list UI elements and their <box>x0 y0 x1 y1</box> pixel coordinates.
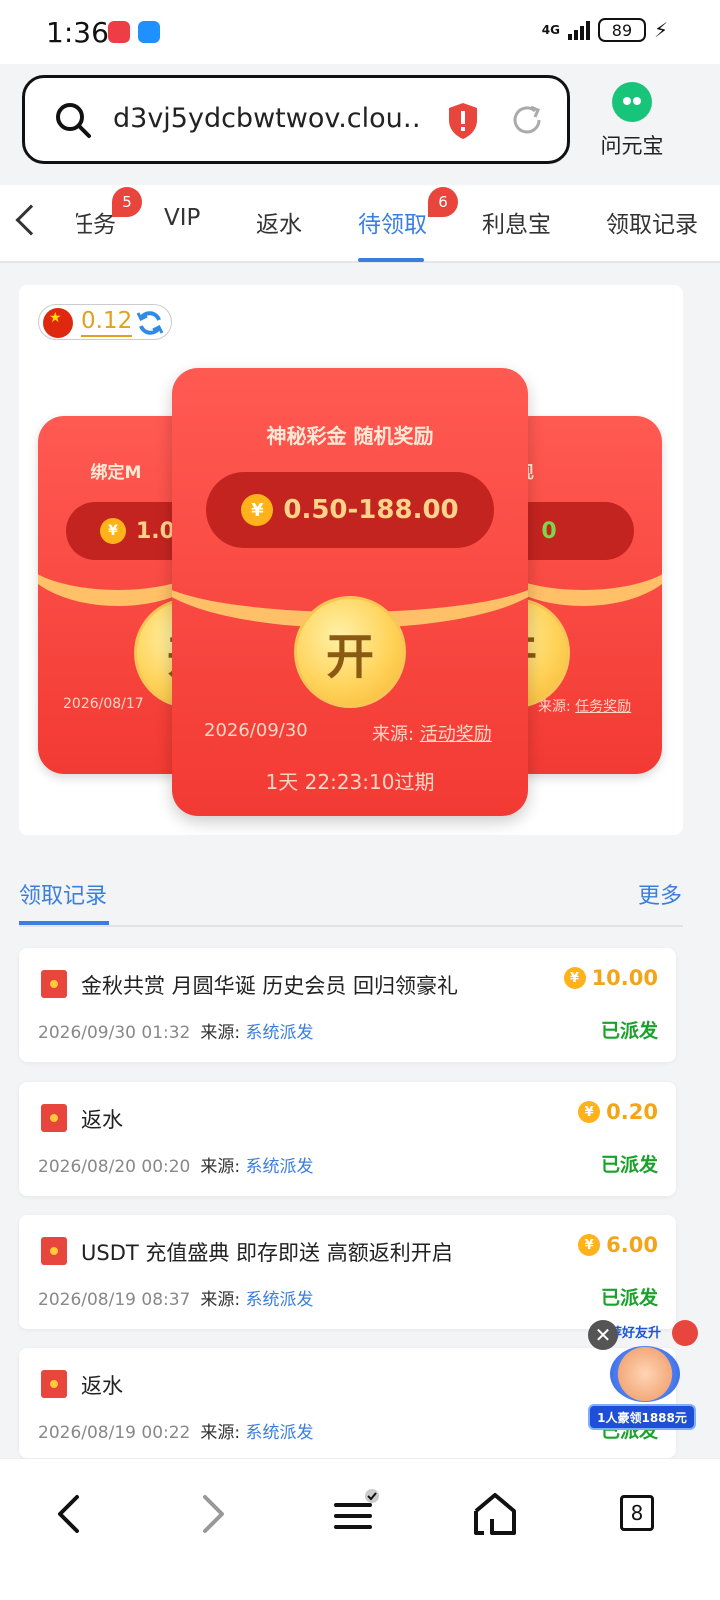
envelope-right-source-label: 来源: <box>538 699 571 715</box>
yen-coin-icon: ¥ <box>578 1101 601 1123</box>
tab-claim-history[interactable]: 领取记录 <box>606 205 698 239</box>
envelope-right-source-link[interactable]: 任务奖励 <box>575 699 631 715</box>
records-divider <box>19 925 683 927</box>
address-bar[interactable]: d3vj5ydcbwtwov.clou… <box>22 75 570 164</box>
record-name: USDT 充值盛典 即存即送 高额返利开启 <box>81 1241 453 1265</box>
tab-pending-badge: 6 <box>428 187 458 217</box>
promo-notification-dot <box>672 1320 698 1346</box>
status-bar: 1:36 4G 89 ⚡ <box>0 0 720 64</box>
envelope-center-source-label: 来源: <box>372 724 415 745</box>
red-envelope-icon <box>41 1104 67 1132</box>
record-amount: ¥0.20 <box>578 1100 658 1124</box>
record-time: 2026/08/19 08:37 <box>38 1290 191 1310</box>
records-title-underline <box>19 921 109 925</box>
ai-assistant-label: 问元宝 <box>600 134 664 158</box>
record-amount: ¥10.00 <box>563 966 658 990</box>
record-source-label: 来源: <box>200 1290 241 1310</box>
ai-assistant-button[interactable]: 问元宝 <box>594 82 670 160</box>
yen-coin-icon: ¥ <box>563 967 586 989</box>
category-tabs: 任务 5 VIP 返水 待领取 6 利息宝 领取记录 <box>0 185 720 263</box>
record-time: 2026/08/19 00:22 <box>38 1423 191 1443</box>
back-icon[interactable] <box>44 1489 94 1539</box>
balance-pill: 0.12 <box>38 304 172 340</box>
record-amount-value: 0.20 <box>606 1100 658 1124</box>
records-more-link[interactable]: 更多 <box>638 878 682 910</box>
record-source-label: 来源: <box>200 1023 241 1043</box>
record-name: 返水 <box>81 1374 123 1398</box>
record-name: 金秋共赏 月圆华诞 历史会员 回归领豪礼 <box>81 974 459 998</box>
records-title[interactable]: 领取记录 <box>19 878 107 910</box>
envelope-center-source: 来源: 活动奖励 <box>372 720 492 746</box>
red-envelope-icon <box>41 1370 67 1398</box>
browser-bottom-nav: 8 <box>0 1458 720 1600</box>
envelope-center-title: 神秘彩金 随机奖励 <box>266 424 434 448</box>
record-amount-value: 10.00 <box>591 966 658 990</box>
tab-tasks-badge: 5 <box>112 187 142 217</box>
china-flag-icon <box>43 308 73 338</box>
envelope-center-date: 2026/09/30 <box>204 720 308 741</box>
envelope-center-source-link[interactable]: 活动奖励 <box>420 724 492 745</box>
yen-coin-icon: ¥ <box>578 1234 601 1256</box>
red-envelope-icon <box>41 970 67 998</box>
record-item[interactable]: 返水 ¥0.20 2026/08/20 00:20 来源: 系统派发 已派发 <box>19 1082 676 1196</box>
record-status: 已派发 <box>600 1020 658 1042</box>
record-amount-value: 6.00 <box>606 1233 658 1257</box>
url-text[interactable]: d3vj5ydcbwtwov.clou… <box>113 103 423 134</box>
tabs-back-chevron-icon[interactable] <box>15 204 47 236</box>
active-tab-indicator <box>358 258 424 262</box>
search-icon <box>56 103 91 138</box>
app-notification-icon <box>108 21 130 43</box>
envelope-right-source: 来源: 任务奖励 <box>538 696 631 716</box>
envelope-left-date: 2026/08/17 <box>63 696 144 712</box>
reload-icon[interactable] <box>509 102 545 138</box>
home-icon[interactable] <box>470 1489 520 1539</box>
promo-banner[interactable]: 1人豪领1888元 <box>588 1404 696 1430</box>
charging-icon: ⚡ <box>653 18 668 42</box>
envelope-center[interactable]: 神秘彩金 随机奖励 ¥ 0.50-188.00 开 2026/09/30 来源:… <box>172 368 528 816</box>
ai-assistant-icon <box>612 82 652 122</box>
tab-pending[interactable]: 待领取 <box>358 205 427 239</box>
envelope-center-open-button[interactable]: 开 <box>294 596 406 708</box>
balance-value: 0.12 <box>81 307 133 337</box>
record-status: 已派发 <box>600 1287 658 1309</box>
record-status: 已派发 <box>600 1154 658 1176</box>
record-item[interactable]: USDT 充值盛典 即存即送 高额返利开启 ¥6.00 2026/08/19 0… <box>19 1215 676 1329</box>
record-meta: 2026/08/19 08:37 来源: 系统派发 <box>38 1285 314 1310</box>
tab-rebate[interactable]: 返水 <box>256 205 302 239</box>
menu-icon[interactable] <box>330 1489 380 1539</box>
record-source-label: 来源: <box>200 1157 241 1177</box>
record-meta: 2026/08/20 00:20 来源: 系统派发 <box>38 1152 314 1177</box>
red-envelope-icon <box>41 1237 67 1265</box>
envelope-center-expire: 1天 22:23:10过期 <box>265 770 435 794</box>
referral-promo-widget[interactable]: 推荐好友升 ✕ 1人豪领1888元 <box>588 1320 698 1430</box>
record-source-link[interactable]: 系统派发 <box>246 1157 314 1177</box>
tab-tasks[interactable]: 任务 <box>76 205 116 239</box>
security-warning-icon[interactable] <box>447 102 479 140</box>
record-name: 返水 <box>81 1108 123 1132</box>
tab-interest[interactable]: 利息宝 <box>482 205 551 239</box>
forward-icon[interactable] <box>188 1489 238 1539</box>
record-source-link[interactable]: 系统派发 <box>246 1023 314 1043</box>
message-notification-icon <box>138 21 160 43</box>
battery-icon: 89 <box>597 18 646 42</box>
status-time: 1:36 <box>46 16 109 49</box>
record-source-link[interactable]: 系统派发 <box>246 1290 314 1310</box>
promo-close-icon[interactable]: ✕ <box>588 1320 618 1350</box>
record-amount: ¥6.00 <box>578 1233 658 1257</box>
record-item[interactable]: 金秋共赏 月圆华诞 历史会员 回归领豪礼 ¥10.00 2026/09/30 0… <box>19 948 676 1062</box>
handshake-icon <box>610 1346 680 1402</box>
record-source-link[interactable]: 系统派发 <box>246 1423 314 1443</box>
refresh-balance-icon[interactable] <box>135 308 165 338</box>
record-time: 2026/08/20 00:20 <box>38 1157 191 1177</box>
signal-icon <box>567 20 590 40</box>
record-time: 2026/09/30 01:32 <box>38 1023 191 1043</box>
record-item[interactable]: 返水 ¥0 2026/08/19 00:22来源: 系统派发 已派发 <box>19 1348 676 1458</box>
tab-vip[interactable]: VIP <box>164 205 200 231</box>
record-meta: 2026/08/19 00:22 来源: 系统派发 <box>38 1418 314 1443</box>
record-source-label: 来源: <box>200 1423 241 1443</box>
network-type: 4G <box>541 23 560 37</box>
tab-count-button[interactable]: 8 <box>620 1495 654 1531</box>
record-meta: 2026/09/30 01:32 来源: 系统派发 <box>38 1018 314 1043</box>
